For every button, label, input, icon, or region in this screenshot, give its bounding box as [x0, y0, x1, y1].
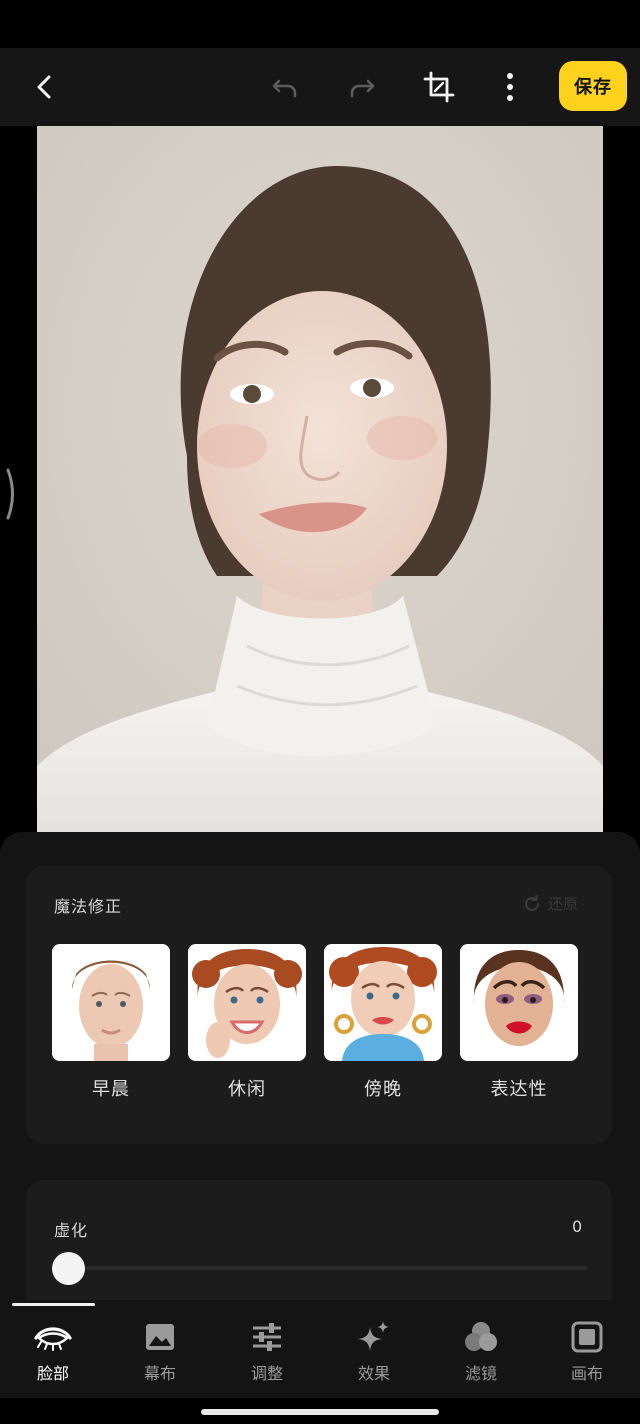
back-button[interactable]: [17, 59, 73, 115]
portrait-image: [37, 126, 603, 832]
undo-button[interactable]: [257, 59, 313, 115]
preset-thumbnail: [460, 944, 578, 1061]
nav-label: 画布: [570, 1364, 603, 1383]
nav-item-filters[interactable]: 滤镜: [436, 1318, 526, 1388]
nav-item-canvas[interactable]: 画布: [542, 1318, 632, 1388]
canvas-square-icon: [571, 1321, 603, 1353]
sparkle-icon: [358, 1321, 389, 1351]
preset-thumbnail: [188, 944, 306, 1061]
preset-label: 早晨: [92, 1079, 130, 1100]
sliders-icon: [253, 1323, 281, 1351]
status-bar: [0, 0, 640, 48]
preset-thumbnail: [52, 944, 170, 1061]
preset-label: 傍晚: [364, 1079, 402, 1100]
chevron-left-icon: [37, 75, 51, 99]
preset-thumbnail: [324, 944, 442, 1061]
magic-correction-title: 魔法修正: [54, 897, 123, 916]
blur-value: 0: [572, 1217, 583, 1236]
nav-label: 效果: [357, 1364, 390, 1383]
top-toolbar: [0, 48, 640, 126]
home-indicator[interactable]: [201, 1409, 439, 1415]
nav-item-face[interactable]: 脸部: [8, 1318, 98, 1388]
face-eye-icon: [34, 1327, 72, 1351]
crop-icon: [423, 71, 455, 103]
save-button[interactable]: 保存: [559, 61, 627, 111]
nav-item-adjust[interactable]: 调整: [222, 1318, 312, 1388]
blur-slider-thumb[interactable]: [52, 1252, 85, 1285]
nav-item-effects[interactable]: 效果: [329, 1318, 419, 1388]
preset-label: 休闲: [228, 1079, 266, 1100]
more-vertical-icon: [507, 73, 513, 101]
nav-label: 幕布: [143, 1364, 176, 1383]
portrait-photo[interactable]: [37, 126, 603, 832]
side-handle-icon[interactable]: [2, 466, 18, 522]
undo-icon: [272, 79, 297, 98]
reset-button[interactable]: 还原: [522, 893, 578, 914]
reset-icon: [524, 894, 540, 911]
preset-expressive[interactable]: 表达性: [460, 944, 578, 1101]
more-button[interactable]: [482, 59, 538, 115]
crop-button[interactable]: [411, 59, 467, 115]
preset-evening[interactable]: 傍晚: [324, 944, 442, 1101]
photo-editor-screen: 保存 魔法修正 还原 早晨 休闲 傍晚 表达性 虚化 0 脸部 幕布 调整 效果…: [0, 0, 640, 1424]
nav-label: 脸部: [36, 1364, 69, 1383]
redo-icon: [350, 79, 375, 98]
redo-button[interactable]: [334, 59, 390, 115]
filter-circles-icon: [465, 1322, 497, 1351]
reset-label: 还原: [548, 895, 579, 913]
preset-casual[interactable]: 休闲: [188, 944, 306, 1101]
nav-item-backdrop[interactable]: 幕布: [115, 1318, 205, 1388]
nav-active-indicator: [12, 1303, 95, 1306]
image-icon: [146, 1324, 174, 1350]
preset-morning[interactable]: 早晨: [52, 944, 170, 1101]
nav-label: 滤镜: [464, 1364, 497, 1383]
nav-label: 调整: [250, 1364, 283, 1383]
blur-card: [26, 1180, 612, 1300]
blur-label: 虚化: [54, 1221, 89, 1240]
blur-slider-track[interactable]: [52, 1266, 588, 1270]
preset-label: 表达性: [490, 1079, 548, 1100]
